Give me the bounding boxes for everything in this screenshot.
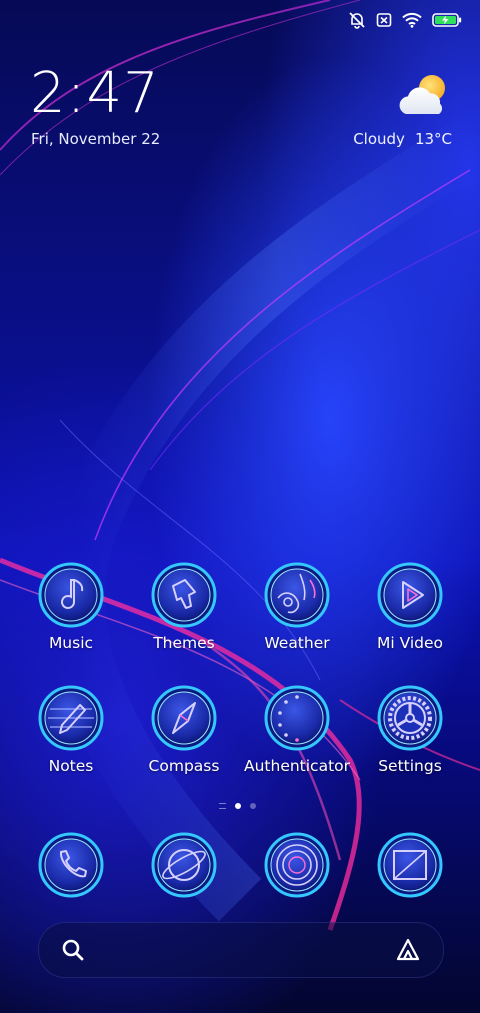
page-dot (250, 803, 256, 809)
weather-condition: Cloudy (353, 130, 405, 148)
page-indicator[interactable] (219, 803, 256, 809)
dock (0, 832, 480, 902)
play-icon (377, 562, 443, 628)
app-label: Authenticator (243, 757, 351, 775)
app-authenticator[interactable]: Authenticator (242, 685, 352, 775)
paint-brush-icon (151, 562, 217, 628)
app-notes[interactable]: Notes (16, 685, 126, 775)
weather-text: Cloudy 13°C (343, 130, 452, 148)
app-label: Compass (148, 757, 220, 775)
gear-icon (377, 685, 443, 751)
authenticator-icon (264, 685, 330, 751)
bell-off-icon (349, 12, 365, 29)
app-label: Themes (153, 634, 215, 652)
music-note-icon (38, 562, 104, 628)
assistant-icon[interactable] (395, 937, 421, 963)
home-screen: 2:47 Fri, November 22 Cloudy 13°C Music … (0, 0, 480, 1013)
clock-date[interactable]: Fri, November 22 (31, 130, 160, 148)
weather-temp: 13°C (414, 130, 452, 148)
sim-off-icon (376, 13, 392, 27)
search-icon[interactable] (61, 938, 85, 962)
clock-time[interactable]: 2:47 (30, 66, 160, 122)
app-mi-video[interactable]: Mi Video (355, 562, 465, 652)
camera-icon[interactable] (264, 832, 330, 898)
wifi-icon (402, 12, 422, 28)
phone-icon[interactable] (38, 832, 104, 898)
app-label: Notes (48, 757, 94, 775)
app-label: Weather (264, 634, 330, 652)
app-label: Music (48, 634, 94, 652)
partly-cloudy-icon (399, 75, 445, 114)
app-themes[interactable]: Themes (129, 562, 239, 652)
status-bar (348, 8, 462, 32)
app-music[interactable]: Music (16, 562, 126, 652)
page-dot-active (235, 803, 241, 809)
pencil-icon (38, 685, 104, 751)
weather-widget[interactable]: Cloudy 13°C (332, 72, 452, 152)
compass-icon (151, 685, 217, 751)
app-settings[interactable]: Settings (355, 685, 465, 775)
weather-globe-icon (264, 562, 330, 628)
search-bar[interactable] (38, 922, 444, 978)
app-label: Settings (378, 757, 442, 775)
app-weather[interactable]: Weather (242, 562, 352, 652)
messages-icon[interactable] (377, 832, 443, 898)
browser-icon[interactable] (151, 832, 217, 898)
app-label: Mi Video (376, 634, 444, 652)
page-indicator-lines (219, 803, 226, 809)
battery-charging-icon (432, 13, 462, 27)
app-compass[interactable]: Compass (129, 685, 239, 775)
